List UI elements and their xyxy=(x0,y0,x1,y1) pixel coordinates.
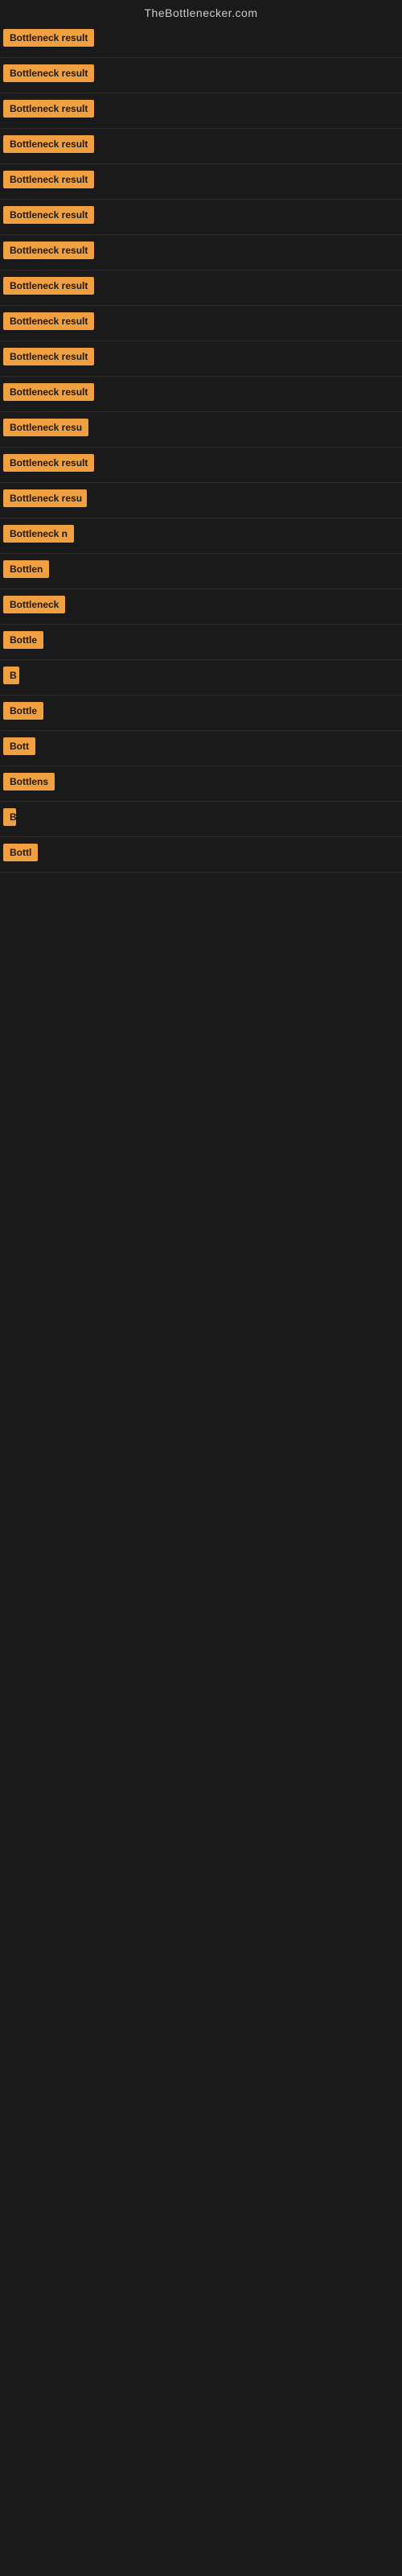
bottleneck-badge-20[interactable]: Bottle xyxy=(3,702,43,720)
bottleneck-badge-7[interactable]: Bottleneck result xyxy=(3,242,94,259)
bottleneck-badge-16[interactable]: Bottlen xyxy=(3,560,49,578)
bottleneck-item-7: Bottleneck result xyxy=(0,235,402,270)
bottleneck-item-15: Bottleneck n xyxy=(0,518,402,554)
bottleneck-badge-22[interactable]: Bottlens xyxy=(3,773,55,791)
bottleneck-badge-24[interactable]: Bottl xyxy=(3,844,38,861)
bottleneck-item-21: Bott xyxy=(0,731,402,766)
bottleneck-badge-15[interactable]: Bottleneck n xyxy=(3,525,74,543)
bottleneck-item-19: B xyxy=(0,660,402,696)
bottleneck-badge-12[interactable]: Bottleneck resu xyxy=(3,419,88,436)
bottleneck-badge-23[interactable]: B xyxy=(3,808,16,826)
bottleneck-item-11: Bottleneck result xyxy=(0,377,402,412)
bottleneck-item-24: Bottl xyxy=(0,837,402,873)
bottleneck-badge-4[interactable]: Bottleneck result xyxy=(3,135,94,153)
bottleneck-item-1: Bottleneck result xyxy=(0,23,402,58)
bottleneck-badge-6[interactable]: Bottleneck result xyxy=(3,206,94,224)
bottleneck-item-2: Bottleneck result xyxy=(0,58,402,93)
bottleneck-item-4: Bottleneck result xyxy=(0,129,402,164)
bottleneck-badge-11[interactable]: Bottleneck result xyxy=(3,383,94,401)
bottleneck-badge-13[interactable]: Bottleneck result xyxy=(3,454,94,472)
bottleneck-item-9: Bottleneck result xyxy=(0,306,402,341)
bottleneck-item-6: Bottleneck result xyxy=(0,200,402,235)
bottleneck-badge-10[interactable]: Bottleneck result xyxy=(3,348,94,365)
bottleneck-badge-14[interactable]: Bottleneck resu xyxy=(3,489,87,507)
bottleneck-badge-2[interactable]: Bottleneck result xyxy=(3,64,94,82)
bottleneck-badge-9[interactable]: Bottleneck result xyxy=(3,312,94,330)
bottleneck-badge-3[interactable]: Bottleneck result xyxy=(3,100,94,118)
bottleneck-item-3: Bottleneck result xyxy=(0,93,402,129)
bottleneck-item-18: Bottle xyxy=(0,625,402,660)
items-container: Bottleneck result Bottleneck result Bottle… xyxy=(0,23,402,873)
bottleneck-badge-21[interactable]: Bott xyxy=(3,737,35,755)
bottleneck-item-5: Bottleneck result xyxy=(0,164,402,200)
bottleneck-badge-8[interactable]: Bottleneck result xyxy=(3,277,94,295)
bottleneck-item-14: Bottleneck resu xyxy=(0,483,402,518)
bottleneck-item-13: Bottleneck result xyxy=(0,448,402,483)
bottleneck-badge-19[interactable]: B xyxy=(3,667,19,684)
bottleneck-badge-1[interactable]: Bottleneck result xyxy=(3,29,94,47)
bottleneck-item-22: Bottlens xyxy=(0,766,402,802)
bottleneck-item-8: Bottleneck result xyxy=(0,270,402,306)
bottleneck-item-17: Bottleneck xyxy=(0,589,402,625)
bottleneck-item-10: Bottleneck result xyxy=(0,341,402,377)
bottleneck-item-23: B xyxy=(0,802,402,837)
site-title: TheBottlenecker.com xyxy=(0,0,402,23)
bottleneck-item-16: Bottlen xyxy=(0,554,402,589)
bottleneck-badge-17[interactable]: Bottleneck xyxy=(3,596,65,613)
site-header: TheBottlenecker.com xyxy=(0,0,402,23)
bottleneck-item-20: Bottle xyxy=(0,696,402,731)
bottleneck-item-12: Bottleneck resu xyxy=(0,412,402,448)
bottleneck-badge-5[interactable]: Bottleneck result xyxy=(3,171,94,188)
bottleneck-badge-18[interactable]: Bottle xyxy=(3,631,43,649)
